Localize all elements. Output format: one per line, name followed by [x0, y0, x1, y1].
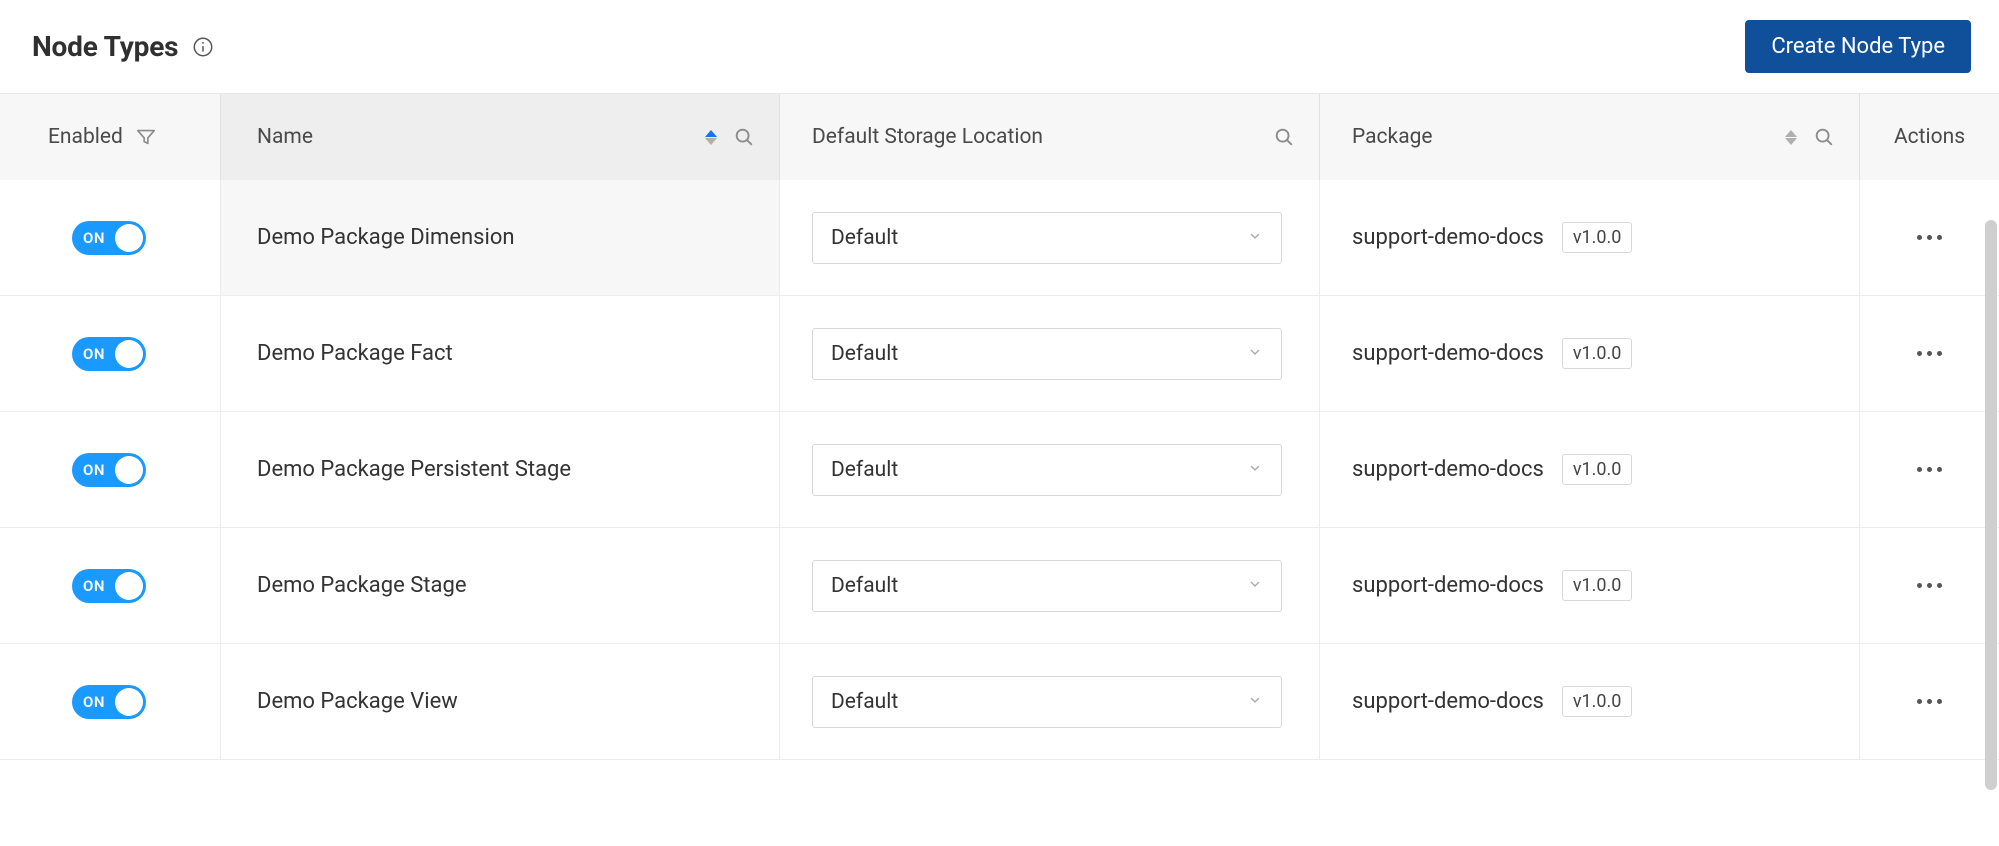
toggle-knob: [115, 456, 143, 484]
sort-icon[interactable]: [705, 130, 717, 145]
row-actions-menu[interactable]: [1907, 689, 1952, 714]
col-package-label: Package: [1352, 125, 1433, 149]
table-header-row: Enabled Name Default Storage Location: [0, 94, 1999, 180]
package-name: support-demo-docs: [1352, 689, 1544, 714]
storage-location-value: Default: [831, 690, 898, 714]
page-title: Node Types: [32, 30, 178, 63]
package-name: support-demo-docs: [1352, 573, 1544, 598]
node-types-table: Enabled Name Default Storage Location: [0, 93, 1999, 760]
storage-location-select[interactable]: Default: [812, 212, 1282, 264]
package-name: support-demo-docs: [1352, 225, 1544, 250]
storage-location-value: Default: [831, 574, 898, 598]
toggle-on-label: ON: [83, 577, 105, 595]
toggle-on-label: ON: [83, 693, 105, 711]
version-badge: v1.0.0: [1562, 570, 1633, 601]
version-badge: v1.0.0: [1562, 222, 1633, 253]
sort-icon[interactable]: [1785, 130, 1797, 145]
info-icon[interactable]: [192, 36, 214, 58]
col-enabled-label: Enabled: [48, 125, 123, 149]
enabled-toggle[interactable]: ON: [72, 337, 146, 371]
toggle-knob: [115, 688, 143, 716]
enabled-toggle[interactable]: ON: [72, 453, 146, 487]
enabled-toggle[interactable]: ON: [72, 685, 146, 719]
version-badge: v1.0.0: [1562, 686, 1633, 717]
chevron-down-icon: [1247, 344, 1263, 364]
search-icon[interactable]: [1813, 126, 1835, 148]
toggle-knob: [115, 340, 143, 368]
chevron-down-icon: [1247, 692, 1263, 712]
row-actions-menu[interactable]: [1907, 341, 1952, 366]
chevron-down-icon: [1247, 228, 1263, 248]
filter-icon[interactable]: [135, 126, 157, 148]
row-actions-menu[interactable]: [1907, 225, 1952, 250]
table-row: ON Demo Package Dimension Default suppor…: [0, 180, 1999, 296]
search-icon[interactable]: [733, 126, 755, 148]
chevron-down-icon: [1247, 576, 1263, 596]
table-row: ON Demo Package Persistent Stage Default…: [0, 412, 1999, 528]
version-badge: v1.0.0: [1562, 454, 1633, 485]
table-row: ON Demo Package View Default support-dem…: [0, 644, 1999, 760]
node-type-name: Demo Package View: [257, 689, 458, 714]
storage-location-value: Default: [831, 458, 898, 482]
col-actions-label: Actions: [1894, 125, 1965, 149]
toggle-on-label: ON: [83, 461, 105, 479]
col-name-label: Name: [257, 125, 313, 149]
row-actions-menu[interactable]: [1907, 573, 1952, 598]
node-type-name: Demo Package Fact: [257, 341, 453, 366]
version-badge: v1.0.0: [1562, 338, 1633, 369]
table-row: ON Demo Package Stage Default support-de…: [0, 528, 1999, 644]
create-node-type-button[interactable]: Create Node Type: [1745, 20, 1971, 73]
enabled-toggle[interactable]: ON: [72, 569, 146, 603]
toggle-knob: [115, 572, 143, 600]
node-type-name: Demo Package Stage: [257, 573, 466, 598]
toggle-knob: [115, 224, 143, 252]
chevron-down-icon: [1247, 460, 1263, 480]
search-icon[interactable]: [1273, 126, 1295, 148]
col-storage-label: Default Storage Location: [812, 125, 1043, 149]
storage-location-value: Default: [831, 342, 898, 366]
node-type-name: Demo Package Dimension: [257, 225, 515, 250]
toggle-on-label: ON: [83, 229, 105, 247]
enabled-toggle[interactable]: ON: [72, 221, 146, 255]
row-actions-menu[interactable]: [1907, 457, 1952, 482]
storage-location-select[interactable]: Default: [812, 444, 1282, 496]
scrollbar[interactable]: [1985, 220, 1997, 790]
storage-location-select[interactable]: Default: [812, 560, 1282, 612]
storage-location-select[interactable]: Default: [812, 676, 1282, 728]
storage-location-select[interactable]: Default: [812, 328, 1282, 380]
table-row: ON Demo Package Fact Default support-dem…: [0, 296, 1999, 412]
package-name: support-demo-docs: [1352, 457, 1544, 482]
node-type-name: Demo Package Persistent Stage: [257, 457, 571, 482]
storage-location-value: Default: [831, 226, 898, 250]
package-name: support-demo-docs: [1352, 341, 1544, 366]
toggle-on-label: ON: [83, 345, 105, 363]
